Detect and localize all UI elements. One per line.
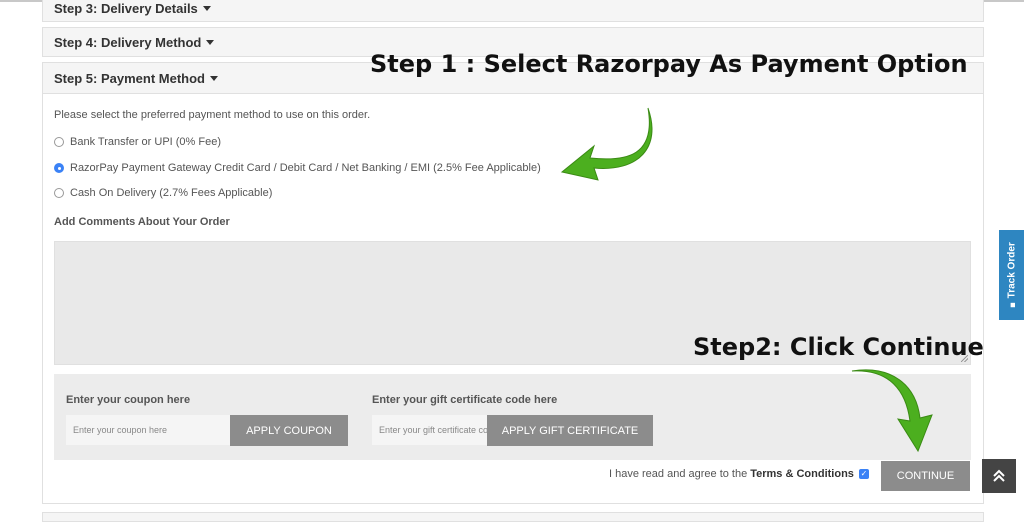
payment-option-label: Cash On Delivery (2.7% Fees Applicable) <box>70 187 273 199</box>
next-step-header[interactable] <box>42 512 984 522</box>
payment-option-label: RazorPay Payment Gateway Credit Card / D… <box>70 162 541 174</box>
agree-text: I have read and agree to the <box>609 468 748 480</box>
coupon-gift-section: Enter your coupon here Enter your coupon… <box>54 374 971 460</box>
continue-button[interactable]: CONTINUE <box>881 461 970 491</box>
payment-option-cod[interactable]: Cash On Delivery (2.7% Fees Applicable) <box>54 187 272 199</box>
step2-annotation: Step2: Click Continue <box>693 333 984 361</box>
track-order-tab[interactable]: ■ Track Order <box>999 230 1024 320</box>
step3-title: Step 3: Delivery Details <box>54 0 198 16</box>
payment-option-bank[interactable]: Bank Transfer or UPI (0% Fee) <box>54 136 221 148</box>
step1-arrow-icon <box>560 107 653 181</box>
terms-link[interactable]: Terms & Conditions <box>750 468 854 480</box>
step1-annotation: Step 1 : Select Razorpay As Payment Opti… <box>370 50 968 78</box>
step4-title: Step 4: Delivery Method <box>54 34 202 50</box>
coupon-input[interactable]: Enter your coupon here <box>66 415 230 445</box>
gift-certificate-input[interactable]: Enter your gift certificate code here <box>372 415 487 445</box>
radio-bank-transfer[interactable] <box>54 137 64 147</box>
radio-razorpay[interactable] <box>54 163 64 173</box>
step3-header[interactable]: Step 3: Delivery Details <box>42 0 984 22</box>
terms-agreement: I have read and agree to the Terms & Con… <box>609 468 869 480</box>
caret-down-icon <box>209 75 218 81</box>
agree-checkbox[interactable]: ✓ <box>858 469 869 479</box>
double-chevron-up-icon <box>993 469 1005 482</box>
gift-certificate-label: Enter your gift certificate code here <box>372 394 558 406</box>
coupon-label: Enter your coupon here <box>66 394 191 406</box>
step5-title: Step 5: Payment Method <box>54 70 205 86</box>
payment-instruction: Please select the preferred payment meth… <box>54 109 371 121</box>
track-order-label: Track Order <box>1006 242 1017 299</box>
caret-down-icon <box>202 5 211 11</box>
caret-down-icon <box>206 39 215 45</box>
truck-icon: ■ <box>1006 302 1017 308</box>
comments-label: Add Comments About Your Order <box>54 216 230 228</box>
radio-cash-on-delivery[interactable] <box>54 188 64 198</box>
apply-coupon-button[interactable]: APPLY COUPON <box>230 415 348 446</box>
step2-arrow-icon <box>851 369 933 453</box>
scroll-to-top-button[interactable] <box>982 459 1016 493</box>
apply-gift-certificate-button[interactable]: APPLY GIFT CERTIFICATE <box>487 415 653 446</box>
payment-option-label: Bank Transfer or UPI (0% Fee) <box>70 136 221 148</box>
payment-option-razorpay[interactable]: RazorPay Payment Gateway Credit Card / D… <box>54 162 541 174</box>
